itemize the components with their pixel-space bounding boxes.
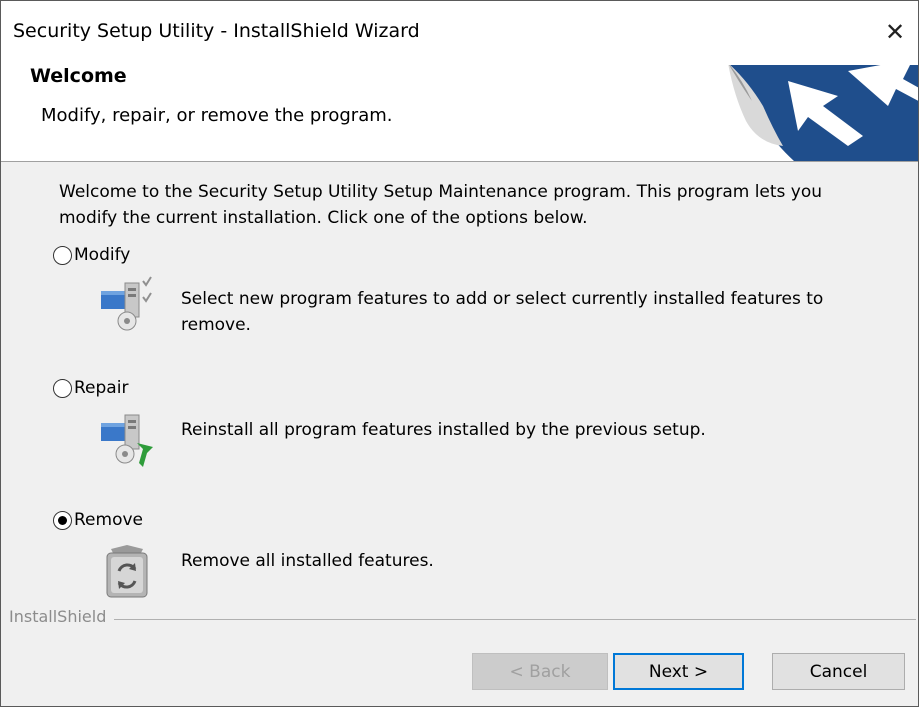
next-button[interactable]: Next > [613, 653, 744, 690]
title-bar: Security Setup Utility - InstallShield W… [1, 1, 918, 65]
radio-modify[interactable]: Modify [53, 245, 130, 265]
wizard-header: Welcome Modify, repair, or remove the pr… [1, 65, 918, 162]
modify-label: Modify [74, 245, 131, 265]
repair-radio-button[interactable] [53, 378, 72, 398]
window-title: Security Setup Utility - InstallShield W… [13, 20, 420, 42]
header-title: Welcome [30, 65, 127, 87]
remove-radio-button[interactable] [53, 510, 72, 530]
recycle-bin-icon [106, 545, 148, 598]
footer-divider [11, 619, 916, 620]
radio-repair[interactable]: Repair [53, 378, 128, 398]
installshield-logo-icon [728, 65, 918, 161]
installshield-brand-label: InstallShield [9, 607, 115, 626]
remove-description: Remove all installed features. [181, 551, 434, 571]
repair-label: Repair [74, 378, 129, 398]
back-button[interactable]: < Back [472, 653, 608, 690]
repair-tools-icon [101, 414, 153, 467]
header-subtitle: Modify, repair, or remove the program. [41, 105, 393, 126]
modify-description: Select new program features to add or se… [181, 289, 824, 335]
modify-features-icon [101, 276, 152, 331]
close-icon[interactable]: ✕ [878, 15, 912, 49]
modify-radio-button[interactable] [53, 245, 72, 265]
installshield-wizard-window: Security Setup Utility - InstallShield W… [0, 0, 919, 707]
intro-text: Welcome to the Security Setup Utility Se… [59, 182, 823, 228]
repair-description: Reinstall all program features installed… [181, 420, 706, 440]
radio-remove[interactable]: Remove [53, 510, 143, 530]
cancel-button[interactable]: Cancel [772, 653, 905, 690]
remove-label: Remove [74, 510, 143, 530]
